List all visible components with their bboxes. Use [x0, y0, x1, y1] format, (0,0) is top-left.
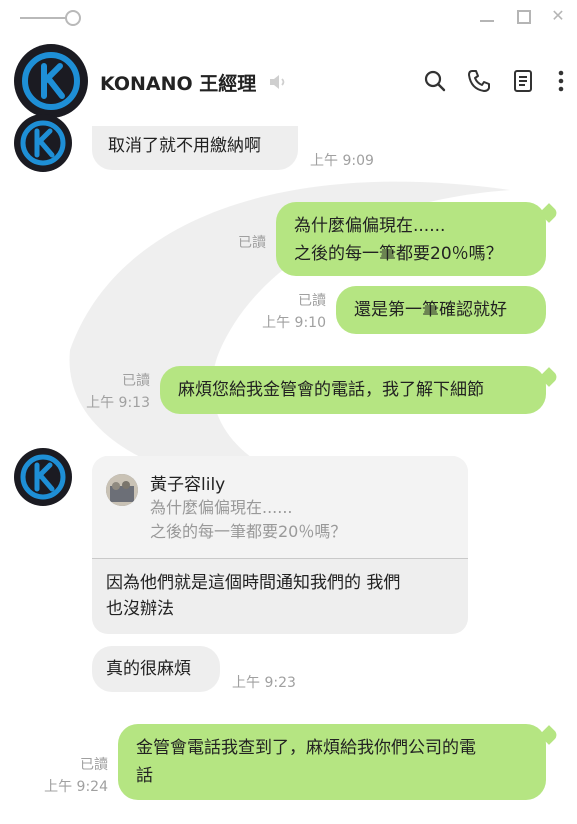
- message-bubble-outgoing[interactable]: 為什麼偏偏現在...... 之後的每一筆都要20％嗎？: [276, 202, 546, 276]
- slider-knob[interactable]: [65, 10, 81, 26]
- konano-logo-icon: [20, 120, 66, 166]
- reply-message-bubble[interactable]: 黃子容lily 為什麼偏偏現在...... 之後的每一筆都要20％嗎？ 因為他們…: [92, 456, 468, 634]
- more-icon[interactable]: [548, 68, 574, 94]
- message-text: 取消了就不用繳納啊: [108, 136, 261, 156]
- read-receipt: 已讀: [298, 293, 326, 309]
- message-time: 上午 9:23: [232, 675, 296, 691]
- message-text-line: 也沒辦法: [106, 599, 174, 619]
- message-bubble-incoming[interactable]: 真的很麻煩: [92, 646, 220, 692]
- message-bubble-outgoing[interactable]: 還是第一筆確認就好: [336, 286, 546, 334]
- contact-name[interactable]: KONANO 王經理: [100, 69, 256, 96]
- message-text: 因為他們就是這個時間通知我們的 我們 也沒辦法: [106, 570, 456, 622]
- message-time: 上午 9:09: [310, 153, 374, 169]
- message-bubble-incoming[interactable]: 取消了就不用繳納啊: [92, 126, 298, 170]
- message-text: 麻煩您給我金管會的電話，我了解下細節: [178, 380, 484, 400]
- message-text-line: 金管會電話我查到了，麻煩給我你們公司的電: [136, 738, 476, 758]
- sender-avatar[interactable]: [14, 448, 72, 506]
- konano-logo-icon: [22, 52, 80, 110]
- quoted-text-line: 為什麼偏偏現在......: [150, 498, 293, 517]
- window-titlebar: ✕: [0, 0, 577, 36]
- read-receipt: 已讀: [122, 373, 150, 389]
- message-text-line: 為什麼偏偏現在......: [294, 216, 446, 236]
- contact-avatar[interactable]: [14, 44, 88, 118]
- quoted-sender-name: 黃子容lily: [150, 475, 226, 495]
- message-bubble-outgoing[interactable]: 金管會電話我查到了，麻煩給我你們公司的電 話: [118, 724, 546, 800]
- photo-avatar-icon: [106, 474, 138, 506]
- quoted-sender-avatar: [106, 474, 138, 506]
- message-text-line: 之後的每一筆都要20％嗎？: [294, 244, 503, 264]
- quoted-text-line: 之後的每一筆都要20％嗎？: [150, 522, 347, 541]
- close-icon[interactable]: ✕: [548, 6, 568, 26]
- minimize-icon[interactable]: [477, 6, 497, 26]
- read-receipt: 已讀: [80, 757, 108, 773]
- read-receipt: 已讀: [238, 235, 266, 251]
- message-time: 上午 9:10: [262, 315, 326, 331]
- slider-track: [20, 17, 70, 19]
- maximize-icon[interactable]: [513, 6, 533, 26]
- message-text-line: 話: [136, 766, 153, 786]
- message-time: 上午 9:24: [44, 779, 108, 795]
- message-bubble-outgoing[interactable]: 麻煩您給我金管會的電話，我了解下細節: [160, 366, 546, 414]
- sender-avatar[interactable]: [14, 114, 72, 172]
- konano-logo-icon: [20, 454, 66, 500]
- quoted-message[interactable]: 黃子容lily 為什麼偏偏現在...... 之後的每一筆都要20％嗎？: [92, 456, 468, 559]
- search-icon[interactable]: [422, 68, 448, 94]
- quoted-text: 為什麼偏偏現在...... 之後的每一筆都要20％嗎？: [150, 496, 346, 544]
- message-text: 還是第一筆確認就好: [354, 300, 507, 320]
- message-time: 上午 9:13: [86, 395, 150, 411]
- notes-icon[interactable]: [510, 68, 536, 94]
- speaker-muted-icon: [270, 75, 285, 89]
- message-text: 真的很麻煩: [106, 659, 191, 679]
- phone-icon[interactable]: [466, 68, 492, 94]
- chat-header: KONANO 王經理: [0, 40, 577, 126]
- opacity-slider[interactable]: [20, 10, 81, 26]
- message-text-line: 因為他們就是這個時間通知我們的 我們: [106, 573, 401, 593]
